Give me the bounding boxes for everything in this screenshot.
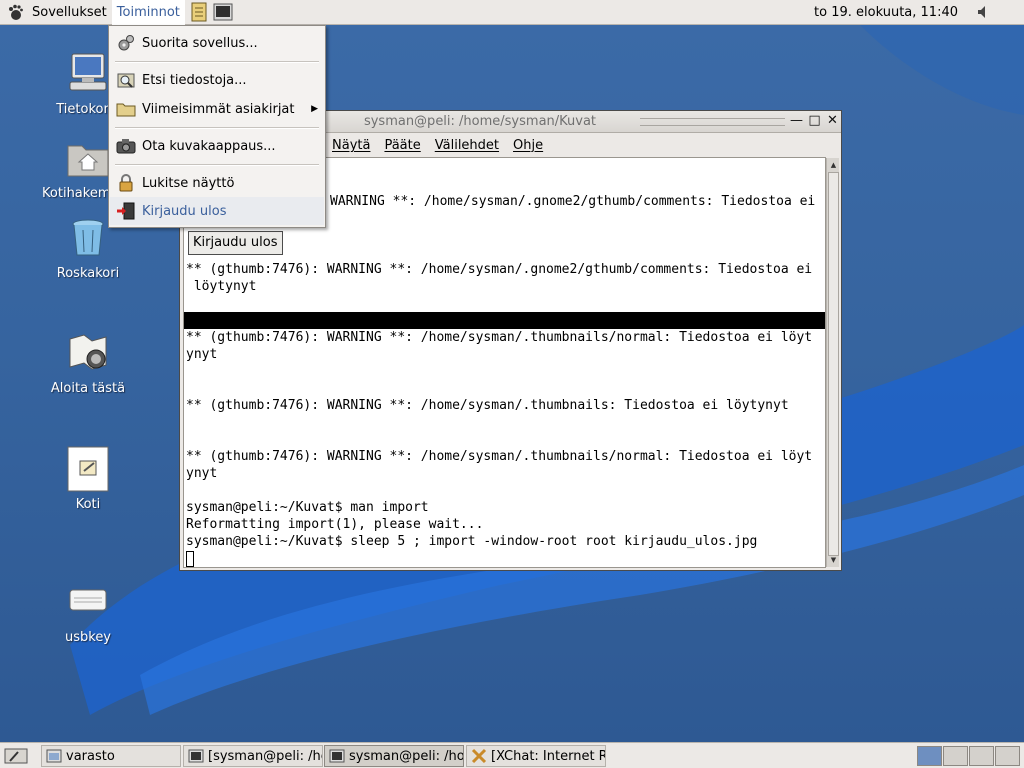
desktop-icon-usbkey[interactable]: usbkey [40,578,136,645]
menu-item-lock-screen[interactable]: Lukitse näyttö [110,169,324,197]
terminal-task-icon [188,749,204,763]
terminal-scrollbar[interactable]: ▲ ▼ [826,158,839,567]
panel-clock[interactable]: to 19. elokuuta, 11:40 [814,5,958,20]
minimize-button[interactable]: — [788,113,805,130]
scrollbar-thumb[interactable] [828,172,839,556]
search-files-icon [117,73,135,88]
terminal-line: ynyt [186,466,218,481]
menu-separator [115,61,319,63]
show-desktop-icon[interactable] [4,747,28,765]
menu-terminal[interactable]: Pääte [384,138,420,153]
terminal-line: löytynyt [186,279,257,294]
desktop-icon-label: usbkey [64,630,112,645]
home-folder-icon [67,145,109,177]
computer-icon [69,53,107,91]
menu-item-label: Lukitse näyttö [142,175,235,191]
volume-icon[interactable] [976,4,992,20]
menu-item-recent-documents[interactable]: Viimeisimmät asiakirjat ▶ [110,95,324,123]
taskbar-item-label: varasto [66,748,115,764]
close-button[interactable]: ✕ [824,113,841,130]
taskbar-item-label: sysman@peli: /hor [349,748,464,764]
text-editor-launcher-icon[interactable] [189,2,209,22]
menu-item-label: Viimeisimmät asiakirjat [142,101,295,117]
padlock-icon [119,174,133,192]
menu-separator [115,164,319,166]
terminal-line: ** (gthumb:7476): WARNING **: /home/sysm… [186,449,813,464]
menu-separator [115,127,319,129]
logout-door-icon [117,202,135,220]
camera-icon [116,139,136,154]
menu-help[interactable]: Ohje [513,138,543,153]
folder-icon [116,103,136,117]
document-icon [67,446,109,492]
terminal-line: sysman@peli:~/Kuvat$ sleep 5 ; import -w… [186,534,758,549]
terminal-line: ** (gthumb:7476): WARNING **: /home/sysm… [186,330,813,345]
terminal-task-icon [329,749,345,763]
menu-actions[interactable]: Toiminnot [111,0,185,25]
trash-icon [72,219,104,256]
xchat-icon [471,748,487,764]
desktop-icon-label: Aloita tästä [50,381,126,396]
terminal-cursor [186,551,194,567]
gnome-foot-icon[interactable] [6,3,24,21]
terminal-line: ** (gthumb:7476): WARNING **: /home/sysm… [186,398,789,413]
scroll-up-arrow-icon[interactable]: ▲ [828,159,839,171]
workspace-1[interactable] [917,746,942,766]
menu-item-label: Suorita sovellus... [142,35,258,51]
desktop-icon-koti[interactable]: Koti [40,445,136,512]
workspace-4[interactable] [995,746,1020,766]
usb-drive-icon [69,589,107,611]
start-here-compass-icon [69,334,107,370]
desktop-icon-label: Roskakori [56,266,120,281]
taskbar-item[interactable]: [XChat: Internet R [466,745,606,767]
menu-applications[interactable]: Sovellukset [27,0,112,25]
taskbar-item[interactable]: [sysman@peli: /hc [183,745,323,767]
taskbar-item-active[interactable]: sysman@peli: /hor [324,745,464,767]
titlebar-grip [640,118,785,126]
workspace-3[interactable] [969,746,994,766]
menu-item-label: Ota kuvakaappaus... [142,138,276,154]
run-gears-icon [118,35,134,51]
desktop-icon-label: Koti [75,497,101,512]
terminal-line: WARNING **: /home/sysman/.gnome2/gthumb/… [330,194,816,209]
menu-item-run-application[interactable]: Suorita sovellus... [110,29,324,57]
screenshot-logout-button: Kirjaudu ulos [188,231,283,255]
terminal-line: ** (gthumb:7476): WARNING **: /home/sysm… [186,262,813,277]
menu-item-take-screenshot[interactable]: Ota kuvakaappaus... [110,132,324,160]
taskbar-item-label: [XChat: Internet R [491,748,606,764]
actions-dropdown-menu: Suorita sovellus... Etsi tiedostoja... V… [108,25,326,228]
submenu-arrow-icon: ▶ [311,104,318,114]
top-panel: Sovellukset Toiminnot to 19. elokuuta, 1… [0,0,1024,25]
terminal-line: ynyt [186,347,218,362]
menu-view[interactable]: Näytä [332,138,370,153]
terminal-line: sysman@peli:~/Kuvat$ man import [186,500,429,515]
menu-item-search-files[interactable]: Etsi tiedostoja... [110,66,324,94]
menu-item-log-out[interactable]: Kirjaudu ulos [110,197,324,225]
taskbar-item-label: [sysman@peli: /hc [208,748,323,764]
scroll-down-arrow-icon[interactable]: ▼ [828,554,839,566]
taskbar-item[interactable]: varasto [41,745,181,767]
menu-item-label: Etsi tiedostoja... [142,72,247,88]
menu-tabs[interactable]: Välilehdet [435,138,499,153]
folder-window-icon [46,749,62,763]
terminal-line: Reformatting import(1), please wait... [186,517,484,532]
workspace-2[interactable] [943,746,968,766]
desktop-icon-start-here[interactable]: Aloita tästä [40,329,136,396]
terminal-black-bar [184,312,825,329]
terminal-launcher-icon[interactable] [213,2,233,22]
bottom-panel: varasto [sysman@peli: /hc sysman@peli: /… [0,742,1024,768]
menu-item-label: Kirjaudu ulos [142,203,227,219]
maximize-button[interactable]: □ [806,113,823,130]
